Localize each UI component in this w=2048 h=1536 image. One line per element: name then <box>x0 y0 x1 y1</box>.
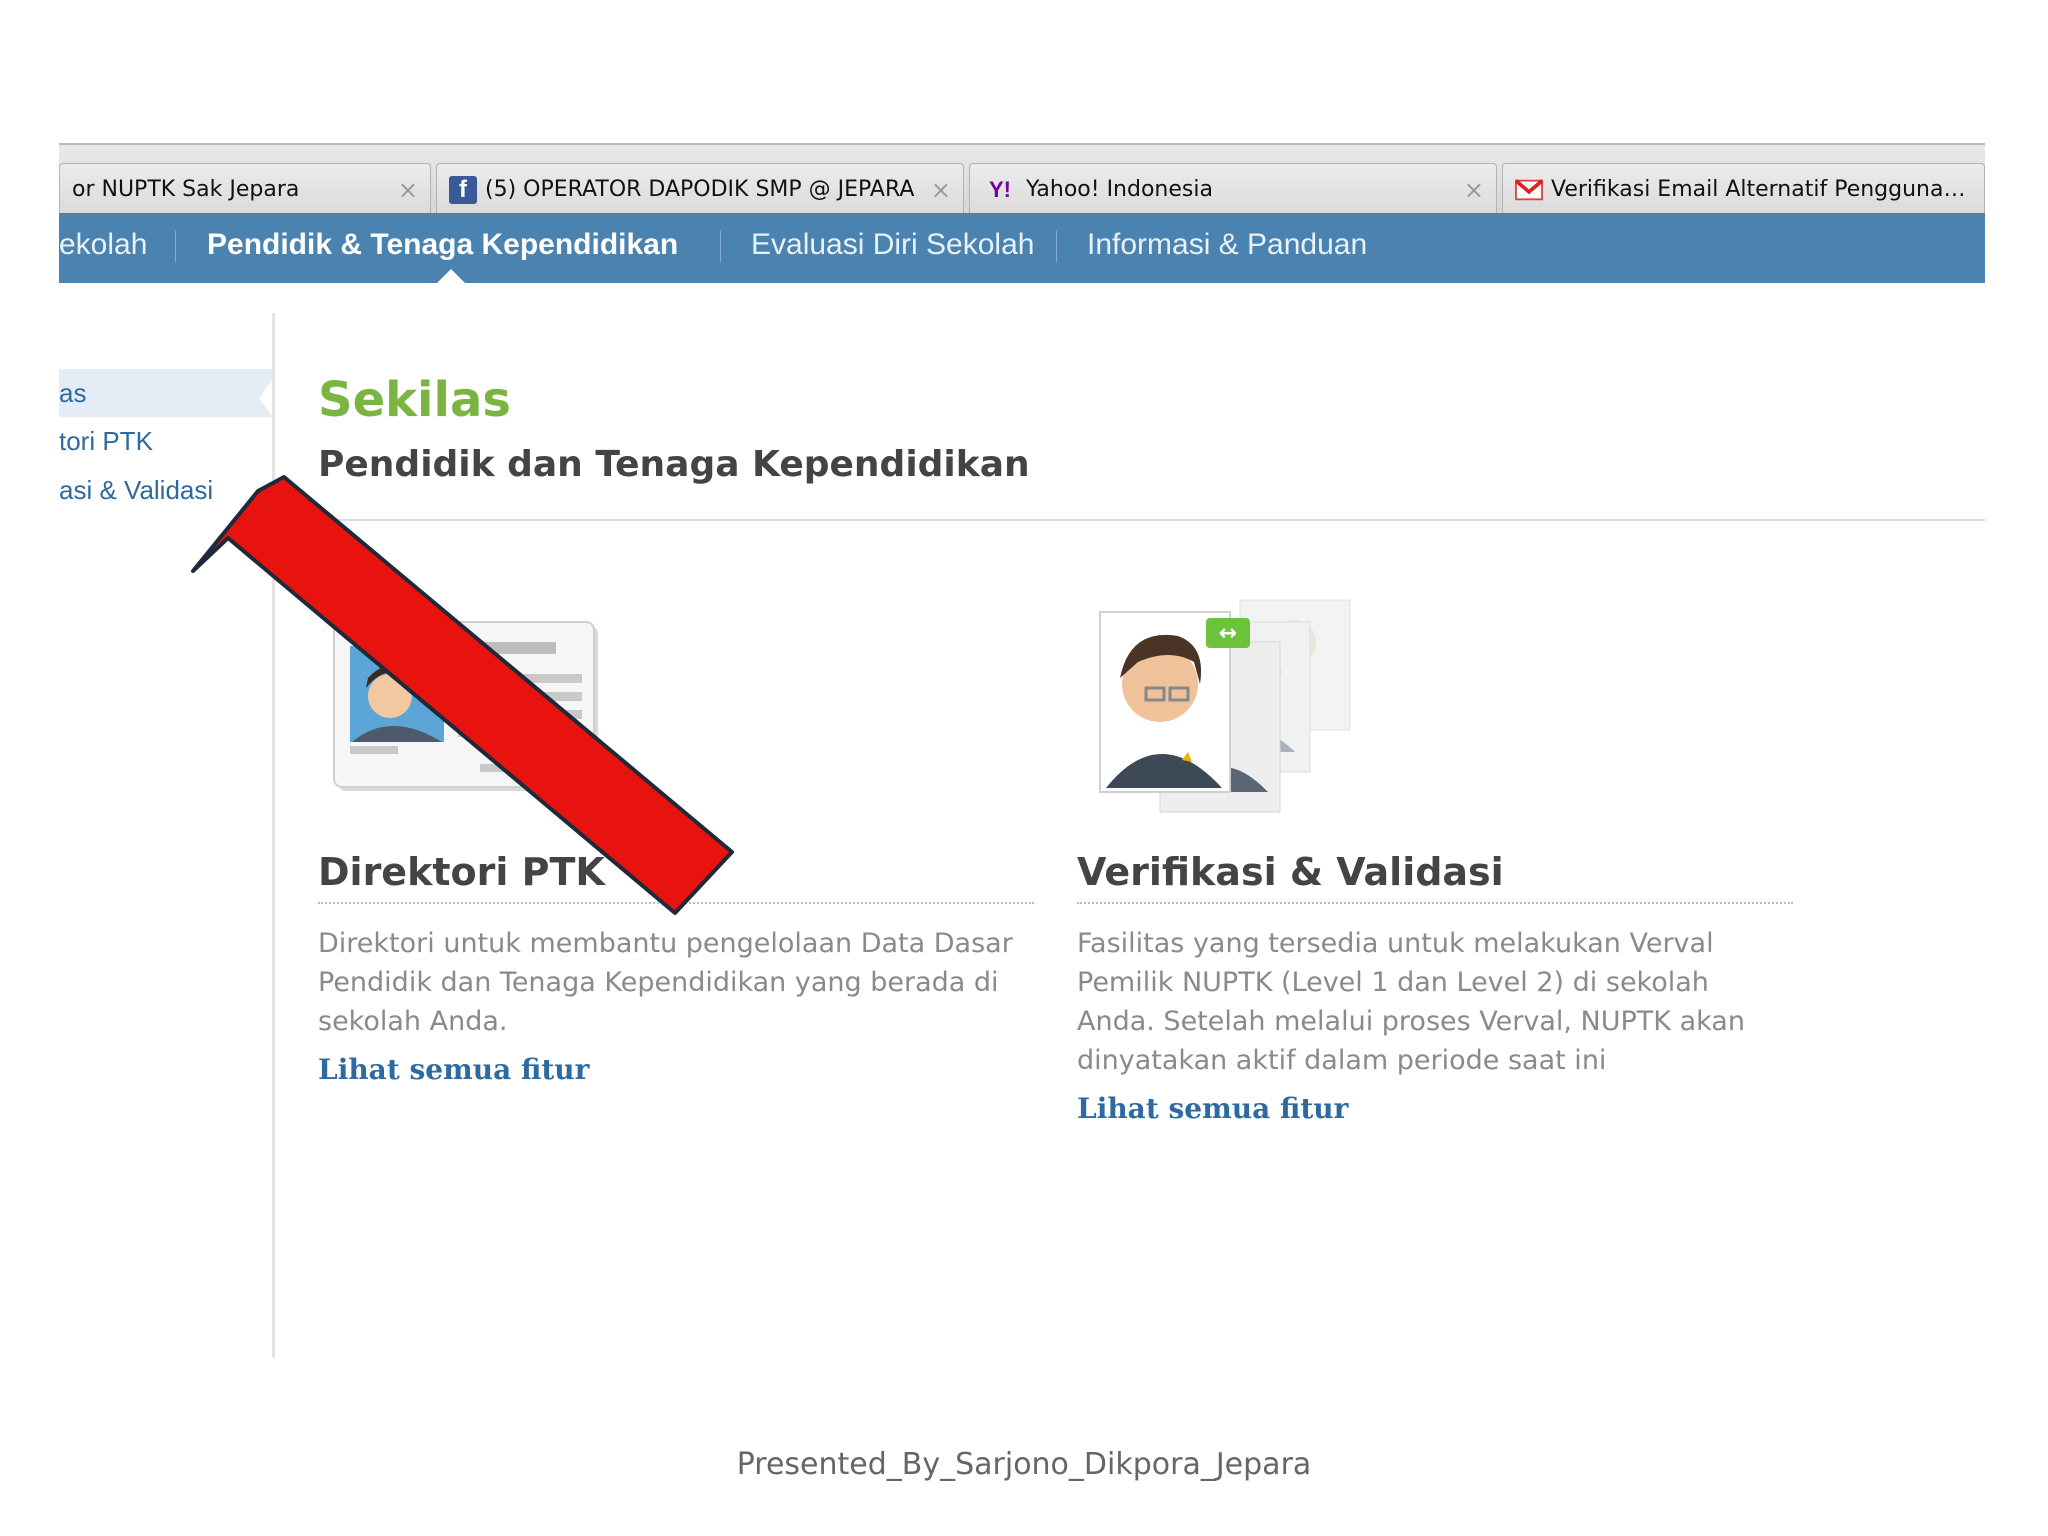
verification-people-icon: ↔ <box>1090 592 1370 827</box>
nav-item-sekolah[interactable]: ekolah <box>59 213 147 283</box>
tab-title: Verifikasi Email Alternatif Pengguna Lay… <box>1551 177 1972 202</box>
feature-direktori-ptk: Direktori PTK Direktori untuk membantu p… <box>318 850 1034 1086</box>
feature-description: Fasilitas yang tersedia untuk melakukan … <box>1077 928 1745 1076</box>
tab-title: (5) OPERATOR DAPODIK SMP @ JEPARA <box>485 177 915 202</box>
feature-description: Direktori untuk membantu pengelolaan Dat… <box>318 928 1013 1037</box>
close-icon[interactable]: × <box>398 176 418 204</box>
close-icon[interactable]: × <box>931 176 951 204</box>
yahoo-icon: Y! <box>989 176 1011 202</box>
nav-separator <box>175 231 176 263</box>
nav-separator <box>1056 231 1057 263</box>
browser-tab-nuptk[interactable]: or NUPTK Sak Jepara × <box>59 163 431 215</box>
tab-title: Yahoo! Indonesia <box>1026 177 1213 202</box>
facebook-icon: f <box>449 175 477 204</box>
feature-verifikasi-validasi: Verifikasi & Validasi Fasilitas yang ter… <box>1077 850 1793 1125</box>
id-card-icon <box>330 618 610 803</box>
nav-item-informasi[interactable]: Informasi & Panduan <box>1087 213 1367 283</box>
sidebar: as tori PTK asi & Validasi <box>59 313 273 1358</box>
sidebar-item-verifikasi-validasi[interactable]: asi & Validasi <box>59 466 273 514</box>
active-nav-pointer <box>437 269 465 283</box>
feature-title: Direktori PTK <box>318 850 1034 904</box>
tab-title: or NUPTK Sak Jepara <box>72 177 300 202</box>
close-icon[interactable]: × <box>1464 176 1484 204</box>
browser-tab-gmail[interactable]: Verifikasi Email Alternatif Pengguna Lay… <box>1502 163 1985 215</box>
page-subtitle: Pendidik dan Tenaga Kependidikan <box>318 444 1030 485</box>
browser-tab-facebook[interactable]: f (5) OPERATOR DAPODIK SMP @ JEPARA × <box>436 163 964 215</box>
nav-item-evaluasi[interactable]: Evaluasi Diri Sekolah <box>751 213 1034 283</box>
site-navigation: ekolah Pendidik & Tenaga Kependidikan Ev… <box>59 213 1985 283</box>
sidebar-item-direktori-ptk[interactable]: tori PTK <box>59 417 273 465</box>
presenter-caption: Presented_By_Sarjono_Dikpora_Jepara <box>736 1447 1312 1482</box>
nav-separator <box>720 231 721 263</box>
feature-title: Verifikasi & Validasi <box>1077 850 1793 904</box>
divider <box>318 519 1985 521</box>
page-title: Sekilas <box>318 372 511 428</box>
sidebar-item-sekilas[interactable]: as <box>59 369 273 417</box>
gmail-icon <box>1515 176 1543 204</box>
lihat-semua-fitur-link[interactable]: Lihat semua fitur <box>1077 1092 1793 1125</box>
sidebar-divider <box>272 313 275 1358</box>
lihat-semua-fitur-link[interactable]: Lihat semua fitur <box>318 1053 1034 1086</box>
svg-text:↔: ↔ <box>1219 621 1237 646</box>
browser-tab-bar: or NUPTK Sak Jepara × f (5) OPERATOR DAP… <box>59 143 1985 215</box>
browser-tab-yahoo[interactable]: Y! Yahoo! Indonesia × <box>969 163 1497 215</box>
